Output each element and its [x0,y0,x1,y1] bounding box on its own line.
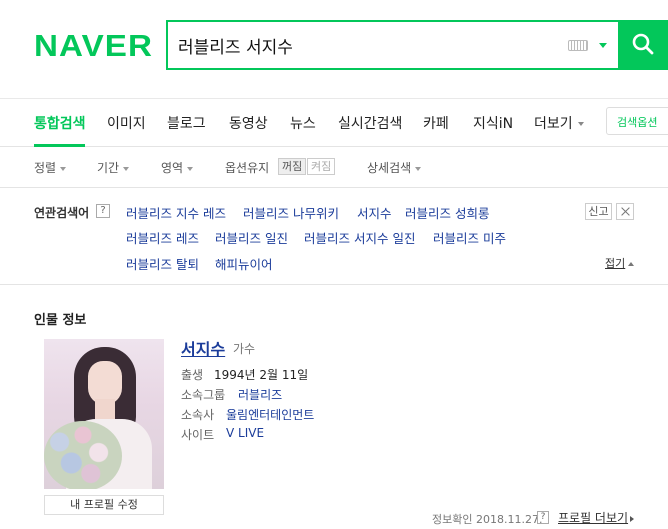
person-role: 가수 [233,342,256,356]
search-options-button[interactable]: 검색옵션 [606,107,668,135]
verified-date: 정보확인 2018.11.27. [432,513,543,526]
agency-label: 소속사 [181,408,215,422]
chevron-up-icon [628,262,635,266]
chevron-right-icon [630,515,635,522]
group-link[interactable]: 러블리즈 [238,386,282,403]
birth-label: 출생 [181,368,204,382]
search-input[interactable] [178,33,558,57]
more-profile-label: 프로필 더보기 [558,511,629,525]
period-option[interactable]: 기간 [97,159,130,176]
related-searches: 연관검색어 ? 러블리즈 지수 레즈 러블리즈 나무위키 서지수 러블리즈 성희… [0,188,668,285]
naver-logo[interactable]: NAVER [34,29,153,63]
person-name-link[interactable]: 서지수 [181,336,225,360]
tab-integrated-search[interactable]: 통합검색 [34,113,86,133]
collapse-label: 접기 [605,257,626,270]
sort-label: 정렬 [34,161,57,175]
help-icon[interactable]: ? [96,204,110,218]
search-tabs: 통합검색 이미지 블로그 동영상 뉴스 실시간검색 카페 지식iN 더보기 검색… [0,98,668,147]
group-label: 소속그룹 [181,388,226,402]
tab-more[interactable]: 더보기 [534,113,584,133]
tab-video[interactable]: 동영상 [229,113,268,133]
tab-blog[interactable]: 블로그 [167,113,206,133]
tab-knowledge-in[interactable]: 지식iN [473,113,513,133]
keep-option-on-toggle[interactable]: 켜짐 [307,158,336,175]
keep-option-label: 옵션유지 [225,161,270,175]
site-link[interactable]: V LIVE [226,426,264,440]
chevron-down-icon [187,166,194,171]
search-icon [632,33,654,55]
related-link[interactable]: 서지수 [357,203,392,222]
chevron-down-icon [415,166,422,171]
related-link[interactable]: 러블리즈 성희롱 [405,203,489,222]
related-link[interactable]: 러블리즈 서지수 일진 [304,228,415,247]
keyboard-icon[interactable] [568,40,588,51]
search-button[interactable] [618,20,668,70]
edit-profile-button[interactable]: 내 프로필 수정 [44,495,164,515]
detail-search-option[interactable]: 상세검색 [367,159,422,176]
help-icon[interactable]: ? [537,511,549,524]
detail-search-label: 상세검색 [367,161,412,175]
tab-images[interactable]: 이미지 [107,113,146,133]
birth-value: 1994년 2월 11일 [214,368,309,382]
tab-realtime-search[interactable]: 실시간검색 [338,113,402,133]
related-link[interactable]: 러블리즈 일진 [215,228,288,247]
period-label: 기간 [97,161,120,175]
agency-link[interactable]: 울림엔터테인먼트 [226,406,314,423]
tab-more-label: 더보기 [534,116,573,132]
chevron-down-icon [60,166,67,171]
related-searches-title: 연관검색어 [34,206,90,220]
search-options-row: 정렬 기간 영역 옵션유지 꺼짐 켜짐 상세검색 [0,147,668,188]
collapse-link[interactable]: 접기 [605,255,635,271]
tab-news[interactable]: 뉴스 [290,113,316,133]
related-link[interactable]: 해피뉴이어 [215,254,273,273]
related-link[interactable]: 러블리즈 나무위키 [243,203,339,222]
report-button[interactable]: 신고 [585,203,612,220]
chevron-down-icon [577,122,584,126]
person-info-title: 인물 정보 [34,313,87,328]
autocomplete-toggle-icon[interactable] [599,43,607,48]
more-profile-link[interactable]: 프로필 더보기 [558,509,635,526]
keep-option-off-toggle[interactable]: 꺼짐 [278,158,307,175]
site-label: 사이트 [181,428,215,442]
related-link[interactable]: 러블리즈 레즈 [126,228,199,247]
profile-photo[interactable] [44,339,164,489]
area-option[interactable]: 영역 [161,159,194,176]
tab-cafe[interactable]: 카페 [423,113,449,133]
sort-option[interactable]: 정렬 [34,159,67,176]
search-box [166,20,668,70]
area-label: 영역 [161,161,184,175]
close-icon[interactable] [616,203,634,220]
related-link[interactable]: 러블리즈 탈퇴 [126,254,199,273]
related-link[interactable]: 러블리즈 지수 레즈 [126,203,226,222]
chevron-down-icon [123,166,130,171]
related-link[interactable]: 러블리즈 미주 [433,228,506,247]
